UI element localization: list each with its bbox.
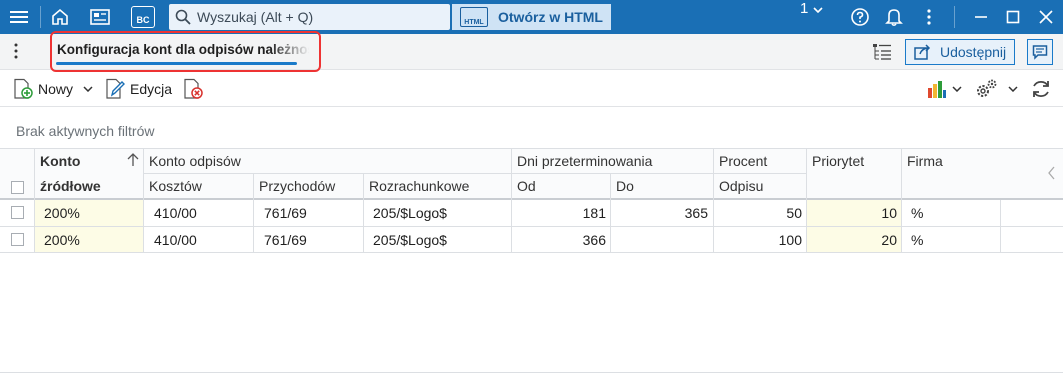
header-do[interactable]: Do xyxy=(610,174,634,198)
news-icon[interactable] xyxy=(83,0,117,34)
edit-document-icon xyxy=(106,78,125,99)
html-badge-text: HTML xyxy=(464,19,484,26)
tab-highlight-box xyxy=(50,31,321,72)
table-row[interactable]: 200% 410/00 761/69 205/$Logo$ 366 100 20… xyxy=(0,227,1063,253)
settings-button[interactable] xyxy=(974,77,1018,101)
chevron-down-icon[interactable] xyxy=(83,86,93,92)
bar-chart-icon xyxy=(928,81,946,98)
new-button[interactable]: Nowy xyxy=(12,77,93,101)
cell-do[interactable]: 365 xyxy=(611,200,708,226)
header-konto-odpisow: Konto odpisów xyxy=(149,153,241,169)
divider xyxy=(0,148,1063,149)
edit-label: Edycja xyxy=(130,81,173,97)
charts-button[interactable] xyxy=(926,77,962,101)
delete-button[interactable] xyxy=(182,77,204,101)
scroll-left-icon[interactable] xyxy=(1048,166,1056,183)
cell-konto[interactable]: 200% xyxy=(35,227,143,253)
header-przychodow[interactable]: Przychodów xyxy=(253,174,335,198)
row-checkbox[interactable] xyxy=(11,206,24,219)
cell-konto[interactable]: 200% xyxy=(35,200,143,226)
header-rozrachunkowe[interactable]: Rozrachunkowe xyxy=(363,174,469,198)
header-priorytet[interactable]: Priorytet xyxy=(806,149,864,173)
delete-document-icon xyxy=(184,78,203,99)
cell-firma[interactable]: % xyxy=(902,227,1000,253)
new-document-icon xyxy=(14,78,33,99)
cell-priorytet[interactable]: 10 xyxy=(807,200,901,226)
refresh-icon xyxy=(1033,80,1049,98)
share-button[interactable]: Udostępnij xyxy=(905,39,1015,65)
divider xyxy=(0,252,1063,253)
filter-status[interactable]: Brak aktywnych filtrów xyxy=(16,123,154,139)
open-in-html-button[interactable]: HTML Otwórz w HTML xyxy=(452,4,611,30)
cell-od[interactable]: 181 xyxy=(512,200,606,226)
hamburger-menu-icon[interactable] xyxy=(2,0,36,34)
maximize-icon[interactable] xyxy=(996,0,1030,34)
cell-procent[interactable]: 50 xyxy=(714,200,802,226)
header-procent-top[interactable]: Procent xyxy=(713,149,767,173)
share-label: Udostępnij xyxy=(940,44,1007,60)
header-konto-bottom[interactable]: źródłowe xyxy=(34,174,101,198)
bc-badge: BC xyxy=(131,6,155,28)
cell-priorytet[interactable]: 20 xyxy=(807,227,901,253)
new-label: Nowy xyxy=(38,81,74,97)
header-firma[interactable]: Firma xyxy=(901,149,943,173)
header-dni-przeterminowania: Dni przeterminowania xyxy=(517,153,653,169)
html-icon: HTML xyxy=(460,7,488,27)
select-all-checkbox[interactable] xyxy=(11,181,24,194)
comment-icon xyxy=(1032,45,1048,60)
cell-kosztow[interactable]: 410/00 xyxy=(144,227,253,253)
search-icon xyxy=(175,9,191,25)
refresh-button[interactable] xyxy=(1030,77,1052,101)
divider xyxy=(40,6,41,28)
cell-przychodow[interactable]: 761/69 xyxy=(254,200,363,226)
row-checkbox[interactable] xyxy=(11,233,24,246)
cell-przychodow[interactable]: 761/69 xyxy=(254,227,363,253)
cell-do[interactable] xyxy=(611,227,708,253)
home-icon[interactable] xyxy=(43,0,77,34)
divider xyxy=(0,372,1063,373)
chevron-down-icon xyxy=(812,7,823,14)
divider xyxy=(143,173,806,174)
bc-icon[interactable]: BC xyxy=(126,0,160,34)
close-icon[interactable] xyxy=(1029,0,1063,34)
title-bar: BC HTML Otwórz w HTML 1 xyxy=(0,0,1063,34)
header-procent-bottom[interactable]: Odpisu xyxy=(713,174,763,198)
cell-od[interactable]: 366 xyxy=(512,227,606,253)
open-html-label: Otwórz w HTML xyxy=(498,9,603,25)
header-od[interactable]: Od xyxy=(511,174,536,198)
global-search[interactable] xyxy=(169,4,450,30)
gears-icon xyxy=(977,79,997,97)
action-toolbar: Nowy Edycja xyxy=(0,71,1063,107)
share-icon xyxy=(914,44,931,60)
bell-icon[interactable] xyxy=(877,0,911,34)
header-kosztow[interactable]: Kosztów xyxy=(143,174,202,198)
tree-view-icon[interactable] xyxy=(872,43,892,64)
cell-kosztow[interactable]: 410/00 xyxy=(144,200,253,226)
chevron-down-icon xyxy=(1008,86,1018,92)
cell-rozrachunkowe[interactable]: 205/$Logo$ xyxy=(364,227,511,253)
comment-button[interactable] xyxy=(1027,39,1053,65)
header-konto-top[interactable]: Konto xyxy=(34,149,80,173)
more-vertical-icon[interactable] xyxy=(912,0,946,34)
company-selector[interactable]: 1 xyxy=(800,0,840,17)
company-number: 1 xyxy=(800,0,809,17)
edit-button[interactable]: Edycja xyxy=(104,77,172,101)
minimize-icon[interactable] xyxy=(964,0,998,34)
table-row[interactable]: 200% 410/00 761/69 205/$Logo$ 181 365 50… xyxy=(0,200,1063,226)
search-input[interactable] xyxy=(197,9,427,25)
cell-rozrachunkowe[interactable]: 205/$Logo$ xyxy=(364,200,511,226)
sort-ascending-icon[interactable] xyxy=(127,153,139,170)
help-icon[interactable] xyxy=(843,0,877,34)
cell-procent[interactable]: 100 xyxy=(714,227,802,253)
page-menu-icon[interactable] xyxy=(14,43,20,61)
divider xyxy=(954,6,955,28)
chevron-down-icon xyxy=(952,86,962,92)
cell-firma[interactable]: % xyxy=(902,200,1000,226)
